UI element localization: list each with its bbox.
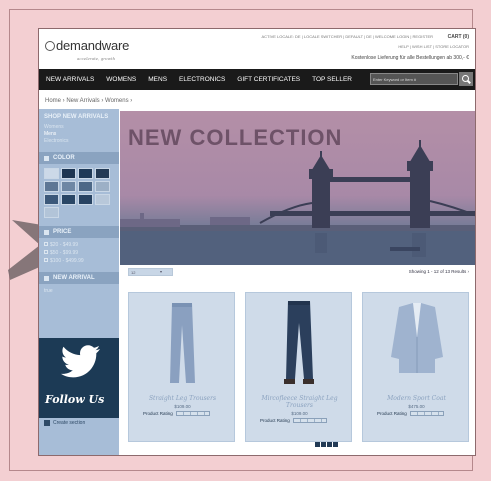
- create-section-link[interactable]: Create section: [44, 420, 85, 426]
- price-option-label: $50 - $99.99: [50, 250, 79, 256]
- product-price: $109.00: [174, 404, 191, 409]
- product-price: $109.00: [291, 411, 308, 416]
- product-image-sport-coat: [391, 303, 443, 373]
- product-name[interactable]: Straight Leg Trousers: [131, 395, 234, 402]
- collapse-icon: [44, 275, 49, 281]
- color-swatch[interactable]: [44, 194, 59, 205]
- sidebar-heading: SHOP NEW ARRIVALS: [44, 114, 109, 120]
- rating-label: Product Rating: [143, 411, 173, 416]
- search-input[interactable]: Enter Keyword or Item #: [370, 73, 458, 85]
- color-refinement-header[interactable]: COLOR: [39, 152, 119, 164]
- product-card[interactable]: Straight Leg Trousers $109.00 Product Ra…: [128, 292, 235, 442]
- product-rating: Product Rating: [260, 418, 327, 423]
- product-image-trousers-dark: [284, 301, 314, 384]
- color-swatch[interactable]: [61, 168, 76, 179]
- new-arrival-label: NEW ARRIVAL: [53, 275, 95, 281]
- pager-dot[interactable]: [327, 442, 332, 447]
- color-swatches: [39, 164, 119, 222]
- price-option-label: $100 - $499.99: [50, 258, 84, 264]
- rating-label: Product Rating: [377, 411, 407, 416]
- price-refinement-header[interactable]: PRICE: [39, 226, 119, 238]
- help-links[interactable]: HELP | WISH LIST | STORE LOCATOR: [398, 44, 469, 49]
- sidebar-item-electronics[interactable]: Electronics: [44, 138, 114, 145]
- color-swatch[interactable]: [95, 181, 110, 192]
- color-swatch[interactable]: [61, 194, 76, 205]
- breadcrumb[interactable]: Home › New Arrivals › Womens ›: [45, 98, 132, 104]
- utility-links[interactable]: ACTIVE LOCALE: DE | LOCALE SWITCHER | DE…: [261, 34, 433, 39]
- image-pager[interactable]: [315, 442, 338, 447]
- cart-link[interactable]: CART (0): [448, 34, 469, 40]
- new-arrival-refinement-header[interactable]: NEW ARRIVAL: [39, 272, 119, 284]
- chevron-down-icon: ▾: [159, 269, 162, 274]
- product-card[interactable]: Mircofleece Straight Leg Trousers $109.0…: [245, 292, 352, 442]
- checkbox-icon: [44, 242, 48, 246]
- search-icon[interactable]: [459, 72, 473, 86]
- price-option-label: $20 - $49.99: [50, 242, 79, 248]
- nav-top-seller[interactable]: TOP SELLER: [312, 76, 352, 83]
- create-section-label: Create section: [53, 420, 86, 426]
- price-list: $20 - $49.99 $50 - $99.99 $100 - $499.99: [39, 238, 119, 268]
- main-nav: NEW ARRIVALS WOMENS MENS ELECTRONICS GIF…: [39, 69, 475, 90]
- nav-new-arrivals[interactable]: NEW ARRIVALS: [46, 76, 94, 83]
- collapse-icon: [44, 229, 49, 235]
- price-option[interactable]: $20 - $49.99: [44, 241, 114, 249]
- color-swatch[interactable]: [78, 181, 93, 192]
- color-swatch[interactable]: [44, 181, 59, 192]
- pager-dot[interactable]: [321, 442, 326, 447]
- twitter-bird-icon: [61, 345, 100, 378]
- sidebar-item-mens[interactable]: Mens: [44, 131, 114, 138]
- product-image-trousers: [170, 303, 195, 383]
- product-card[interactable]: Modern Sport Coat $475.00 Product Rating: [362, 292, 469, 442]
- nav-womens[interactable]: WOMENS: [106, 76, 136, 83]
- color-swatch[interactable]: [78, 194, 93, 205]
- category-links: Womens Mens Electronics: [39, 121, 119, 148]
- price-option[interactable]: $100 - $499.99: [44, 257, 114, 265]
- demandware-logo[interactable]: demandware: [45, 38, 129, 53]
- price-option[interactable]: $50 - $99.99: [44, 249, 114, 257]
- webpage: demandware accelerate, growth ACTIVE LOC…: [38, 28, 476, 456]
- product-rating: Product Rating: [143, 411, 210, 416]
- product-name[interactable]: Mircofleece Straight Leg Trousers: [248, 395, 351, 409]
- product-rating: Product Rating: [377, 411, 444, 416]
- color-label: COLOR: [53, 155, 75, 161]
- new-arrival-value[interactable]: true: [39, 284, 119, 298]
- rating-stars-icon: [292, 418, 327, 423]
- results-toolbar: 12 ▾ Showing 1 - 12 of 13 Results ›: [120, 268, 475, 277]
- product-price: $475.00: [408, 404, 425, 409]
- logo-circle-icon: [45, 41, 55, 51]
- color-swatch[interactable]: [78, 168, 93, 179]
- nav-gift-certificates[interactable]: GIFT CERTIFICATES: [237, 76, 300, 83]
- color-swatch[interactable]: [44, 168, 59, 179]
- sidebar: SHOP NEW ARRIVALS Womens Mens Electronic…: [39, 109, 119, 455]
- page-size-select[interactable]: 12 ▾: [128, 268, 173, 276]
- rating-stars-icon: [175, 411, 210, 416]
- hero-headline: NEW COLLECTION: [128, 125, 343, 150]
- color-swatch[interactable]: [95, 168, 110, 179]
- color-swatch[interactable]: [95, 194, 110, 205]
- rating-stars-icon: [409, 411, 444, 416]
- collapse-icon: [44, 155, 49, 161]
- logo-text: demandware: [56, 38, 130, 53]
- color-swatch[interactable]: [44, 207, 59, 218]
- pager-dot[interactable]: [333, 442, 338, 447]
- edit-icon: [44, 420, 50, 426]
- twitter-follow-banner[interactable]: Follow Us: [39, 338, 119, 418]
- sidebar-item-womens[interactable]: Womens: [44, 124, 114, 131]
- page-size-value: 12: [131, 270, 136, 275]
- rating-label: Product Rating: [260, 418, 290, 423]
- color-swatch[interactable]: [61, 181, 76, 192]
- shipping-notice: Kostenlose Lieferung für alle Bestellung…: [351, 55, 469, 61]
- checkbox-icon: [44, 258, 48, 262]
- product-grid: Straight Leg Trousers $109.00 Product Ra…: [120, 282, 475, 454]
- nav-electronics[interactable]: ELECTRONICS: [179, 76, 225, 83]
- logo-tagline: accelerate, growth: [77, 56, 116, 61]
- follow-us-text: Follow Us: [45, 393, 105, 406]
- checkbox-icon: [44, 250, 48, 254]
- pager-dot[interactable]: [315, 442, 320, 447]
- nav-mens[interactable]: MENS: [148, 76, 167, 83]
- price-label: PRICE: [53, 229, 72, 235]
- hero-banner[interactable]: NEW COLLECTION: [120, 111, 475, 265]
- product-name[interactable]: Modern Sport Coat: [365, 395, 468, 402]
- results-count[interactable]: Showing 1 - 12 of 13 Results ›: [409, 269, 469, 274]
